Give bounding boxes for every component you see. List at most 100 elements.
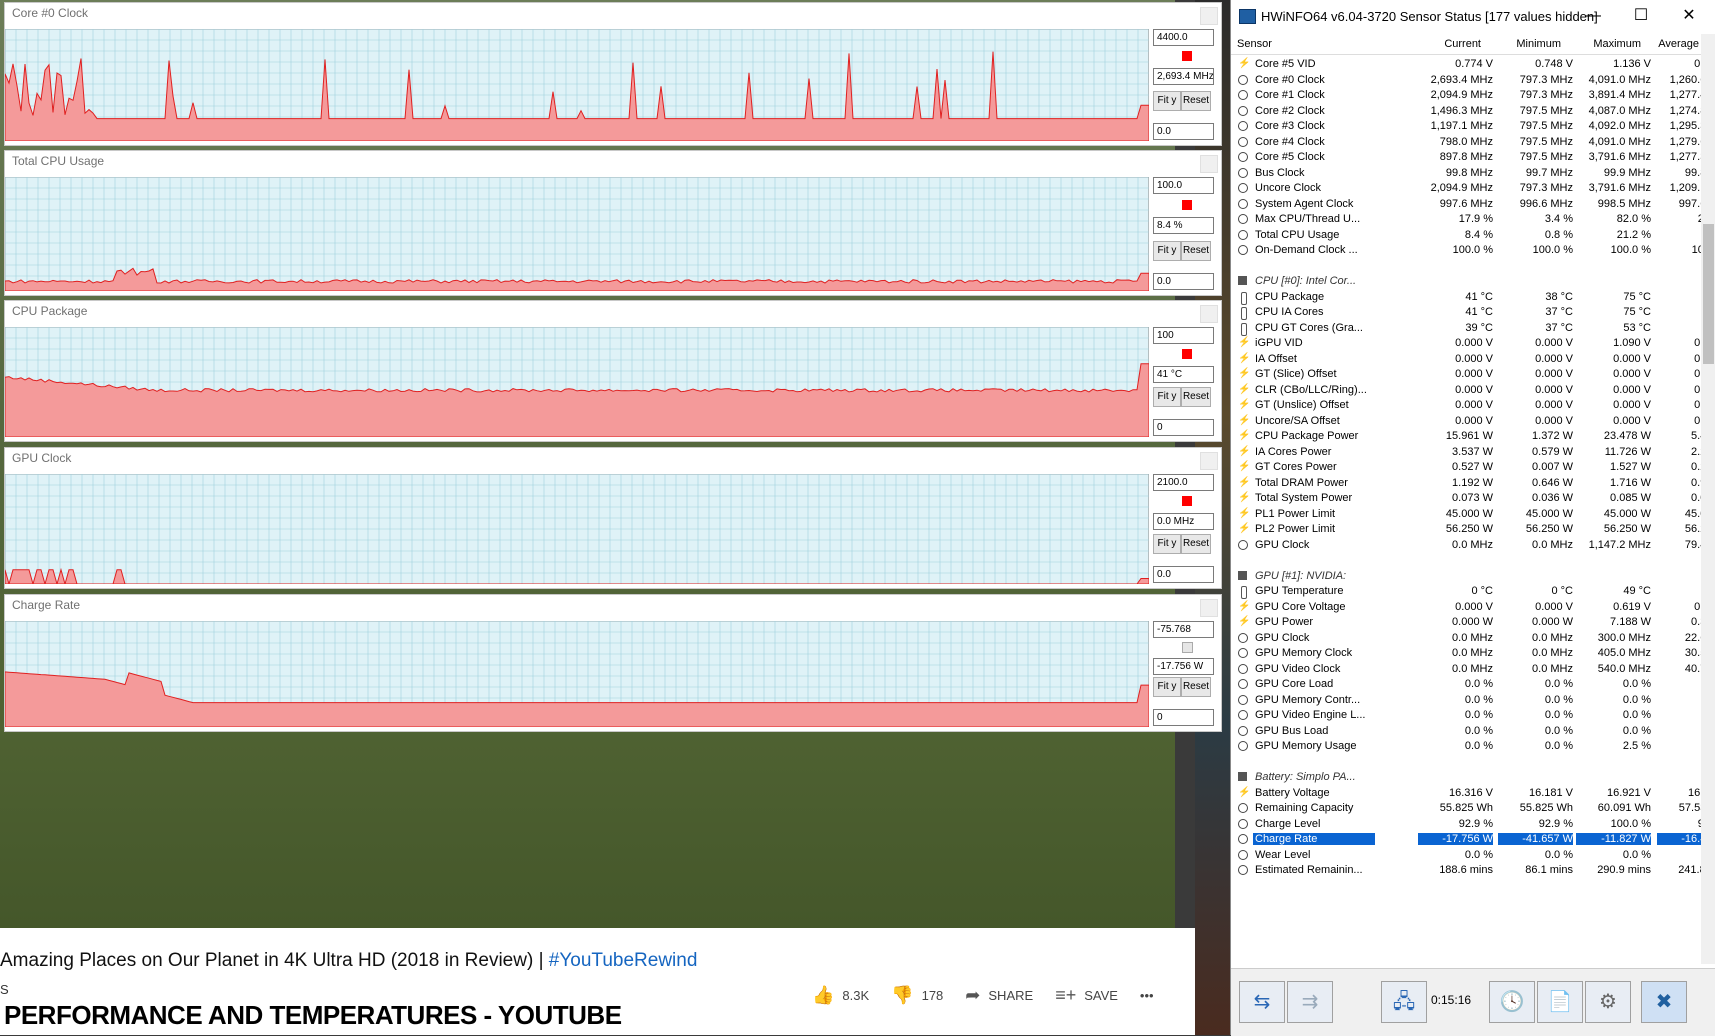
like-button[interactable]: 👍 8.3K [812,985,869,1006]
sensor-row[interactable]: CPU Package41 °C38 °C75 °C44 °C [1233,289,1715,306]
sensor-row[interactable]: Charge Rate -17.756 W -41.657 W -11.827 W -1… [1233,831,1715,848]
fit-y-button[interactable]: Fit y [1153,241,1181,261]
sensor-row[interactable]: GPU Video Engine L...0.0 %0.0 %0.0 %0.0 … [1233,707,1715,724]
sensor-row[interactable]: ⚡ PL2 Power Limit 56.250 W 56.250 W 56.250 W… [1233,521,1715,538]
add-report-button[interactable]: 📄 [1537,981,1583,1023]
sensor-row[interactable]: CPU IA Cores41 °C37 °C75 °C44 °C [1233,304,1715,321]
graph-close-button[interactable] [1200,305,1218,323]
sensor-row[interactable]: GPU Clock0.0 MHz0.0 MHz1,147.2 MHz79.4 M… [1233,537,1715,554]
graph-min-value[interactable]: 0 [1153,709,1214,726]
more-button[interactable]: ••• [1140,988,1154,1003]
collapse-button[interactable]: ⇉ [1287,981,1333,1023]
sensor-row[interactable]: GPU Memory Contr...0.0 %0.0 %0.0 %0.0 % [1233,692,1715,709]
sensor-row[interactable] [1233,258,1701,275]
maximize-button[interactable]: ☐ [1619,4,1663,28]
graph-close-button[interactable] [1200,599,1218,617]
sensor-row[interactable]: ⚡ Battery Voltage 16.316 V 16.181 V 16.921 V… [1233,785,1715,802]
sensor-row[interactable]: Core #4 Clock 798.0 MHz 797.5 MHz 4,091.0 M… [1233,134,1715,151]
graph-max-value[interactable]: 100.0 [1153,177,1214,194]
fit-y-button[interactable]: Fit y [1153,387,1181,407]
reset-button[interactable]: Reset [1181,534,1211,554]
fit-y-button[interactable]: Fit y [1153,91,1181,111]
col-current[interactable]: Current [1401,38,1481,50]
fit-y-button[interactable]: Fit y [1153,534,1181,554]
sensor-row[interactable]: ⚡ CPU Package Power 15.961 W 1.372 W 23.478 … [1233,428,1715,445]
graph-close-button[interactable] [1200,155,1218,173]
sensor-row[interactable]: Charge Level92.9 %92.9 %100.0 %95.8 % [1233,816,1715,833]
sensor-row[interactable]: CPU GT Cores (Gra...39 °C37 °C53 °C41 °C [1233,320,1715,337]
sensor-row[interactable]: ⚡ CLR (CBo/LLC/Ring)... 0.000 V 0.000 V 0.00… [1233,382,1715,399]
sensor-row[interactable]: GPU Memory Clock 0.0 MHz 0.0 MHz 405.0 MHz 3… [1233,645,1715,662]
graph-max-value[interactable]: 4400.0 [1153,29,1214,46]
graph-min-value[interactable]: 0 [1153,419,1214,436]
sensor-row[interactable]: System Agent Clock 997.6 MHz 996.6 MHz 998.… [1233,196,1715,213]
sensor-group-header[interactable]: CPU [#0]: Intel Cor... [1233,273,1701,290]
graph-close-button[interactable] [1200,7,1218,25]
sensor-row[interactable]: ⚡ GT (Unslice) Offset 0.000 V 0.000 V 0.000 … [1233,397,1715,414]
sensor-row[interactable]: ⚡Uncore/SA Offset0.000 V0.000 V0.000 V0.… [1233,413,1715,430]
hwinfo-titlebar[interactable]: HWiNFO64 v6.04-3720 Sensor Status [177 v… [1231,0,1715,32]
expand-all-button[interactable]: ⇆ [1239,981,1285,1023]
sensor-row[interactable]: Core #0 Clock 2,693.4 MHz 797.3 MHz 4,091.0… [1233,72,1715,89]
graph-color-indicator[interactable] [1182,496,1192,506]
scrollbar-thumb[interactable] [1703,224,1714,364]
graph-min-value[interactable]: 0.0 [1153,566,1214,583]
col-average[interactable]: Average [1631,38,1699,50]
graph-max-value[interactable]: -75.768 [1153,621,1214,638]
sensor-row[interactable]: ⚡iGPU VID0.000 V0.000 V1.090 V0.125 V [1233,335,1715,352]
col-sensor[interactable]: Sensor [1237,38,1272,50]
reset-button[interactable]: Reset [1181,387,1211,407]
sensor-row[interactable]: GPU Bus Load0.0 %0.0 %0.0 %0.0 % [1233,723,1715,740]
col-minimum[interactable]: Minimum [1481,38,1561,50]
graph-max-value[interactable]: 2100.0 [1153,474,1214,491]
sensor-row[interactable]: GPU Temperature0 °C0 °C49 °C4 °C [1233,583,1715,600]
exit-button[interactable]: ✖ [1641,981,1687,1023]
sensor-row[interactable]: Estimated Remainin... 188.6 mins 86.1 mins… [1233,862,1715,879]
sensor-row[interactable]: ⚡GT Cores Power0.527 W0.007 W1.527 W0.28… [1233,459,1715,476]
share-button[interactable]: ➦ SHARE [965,985,1033,1006]
graph-max-value[interactable]: 100 [1153,327,1214,344]
save-button[interactable]: ≡+ SAVE [1055,985,1118,1006]
dislike-button[interactable]: 👎 178 [891,985,943,1006]
graph-color-indicator[interactable] [1182,51,1192,61]
sensor-group-header[interactable]: GPU [#1]: NVIDIA: [1233,568,1701,585]
sensor-row[interactable]: ⚡ PL1 Power Limit 45.000 W 45.000 W 45.000 W… [1233,506,1715,523]
sensor-row[interactable]: Wear Level0.0 %0.0 %0.0 %0.0 % [1233,847,1715,864]
sensor-row[interactable]: Total CPU Usage8.4 %0.8 %21.2 %6.2 % [1233,227,1715,244]
sensor-row[interactable]: ⚡GPU Core Voltage0.000 V0.000 V0.619 V0.… [1233,599,1715,616]
network-button[interactable]: 🖧 [1381,981,1427,1023]
clock-button[interactable]: 🕓 [1489,981,1535,1023]
sensor-row[interactable]: Remaining Capacity 55.825 Wh 55.825 Wh 60.0… [1233,800,1715,817]
sensor-row[interactable]: ⚡Core #5 VID0.774 V0.748 V1.136 V0.812 V [1233,56,1715,73]
graph-color-indicator[interactable] [1182,200,1192,210]
sensor-row[interactable]: GPU Video Clock 0.0 MHz 0.0 MHz 540.0 MHz 40… [1233,661,1715,678]
hashtag-link[interactable]: #YouTubeRewind [549,950,698,971]
sensor-row[interactable]: ⚡ Total System Power 0.073 W 0.036 W 0.085 W… [1233,490,1715,507]
sensor-row[interactable]: ⚡GPU Power0.000 W0.000 W7.188 W0.397 W [1233,614,1715,631]
graph-min-value[interactable]: 0.0 [1153,273,1214,290]
close-button[interactable]: ✕ [1667,4,1711,28]
graph-close-button[interactable] [1200,452,1218,470]
sensor-row[interactable]: Core #1 Clock 2,094.9 MHz 797.3 MHz 3,891.4… [1233,87,1715,104]
sensor-row[interactable]: ⚡Total DRAM Power1.192 W0.646 W1.716 W0.… [1233,475,1715,492]
reset-button[interactable]: Reset [1181,241,1211,261]
reset-button[interactable]: Reset [1181,677,1211,697]
sensor-row[interactable]: Core #2 Clock 1,496.3 MHz 797.5 MHz 4,087.0… [1233,103,1715,120]
sensor-row[interactable]: Uncore Clock 2,094.9 MHz 797.3 MHz 3,791.6 … [1233,180,1715,197]
sensor-row[interactable] [1233,754,1701,771]
sensor-row[interactable]: Max CPU/Thread U...17.9 %3.4 %82.0 %20.3… [1233,211,1715,228]
settings-button[interactable]: ⚙ [1585,981,1631,1023]
sensor-group-header[interactable]: Battery: Simplo PA... [1233,769,1701,786]
sensor-row[interactable]: ⚡IA Cores Power3.537 W0.579 W11.726 W2.2… [1233,444,1715,461]
sensor-row[interactable]: Core #3 Clock 1,197.1 MHz 797.5 MHz 4,092.0… [1233,118,1715,135]
sensor-row[interactable]: ⚡IA Offset0.000 V0.000 V0.000 V0.000 V [1233,351,1715,368]
sensor-row[interactable]: GPU Core Load0.0 %0.0 %0.0 %0.0 % [1233,676,1715,693]
sensor-row[interactable]: ⚡GT (Slice) Offset0.000 V0.000 V0.000 V0… [1233,366,1715,383]
fit-y-button[interactable]: Fit y [1153,677,1181,697]
sensor-row[interactable]: Bus Clock99.8 MHz99.7 MHz99.9 MHz99.8 MH… [1233,165,1715,182]
sensor-row[interactable]: GPU Memory Usage0.0 %0.0 %2.5 %0.2 % [1233,738,1715,755]
col-maximum[interactable]: Maximum [1561,38,1641,50]
minimize-button[interactable]: — [1571,4,1615,28]
sensor-row[interactable]: Core #5 Clock 897.8 MHz 797.5 MHz 3,791.6 M… [1233,149,1715,166]
graph-min-value[interactable]: 0.0 [1153,123,1214,140]
